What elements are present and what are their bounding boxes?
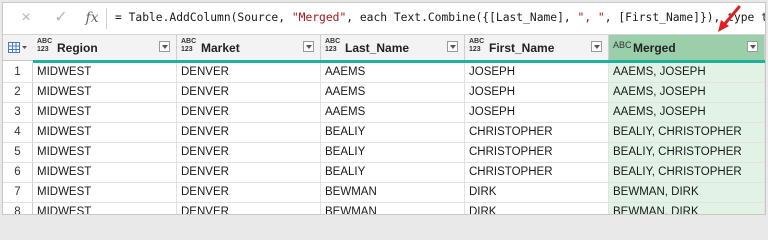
cancel-icon[interactable]: × (17, 10, 35, 26)
table-cell[interactable]: AAEMS (321, 83, 465, 102)
formula-input[interactable]: = Table.AddColumn(Source, "Merged", each… (115, 11, 765, 24)
table-menu-button[interactable] (3, 35, 34, 60)
table-cell[interactable]: MIDWEST (33, 103, 177, 122)
row-number[interactable]: 4 (3, 123, 33, 142)
table-cell[interactable]: DENVER (177, 143, 321, 162)
table-cell[interactable]: DIRK (465, 183, 609, 202)
row-number[interactable]: 7 (3, 183, 33, 202)
table-cell[interactable]: MIDWEST (33, 183, 177, 202)
row-number[interactable]: 3 (3, 103, 33, 122)
table-cell[interactable]: JOSEPH (465, 103, 609, 122)
column-label: Merged (633, 41, 676, 55)
table-cell[interactable]: BEWMAN, DIRK (609, 203, 765, 214)
row-number[interactable]: 5 (3, 143, 33, 162)
table-cell[interactable]: AAEMS, JOSEPH (609, 63, 765, 82)
table-cell[interactable]: DENVER (177, 63, 321, 82)
formula-text: , each Text.Combine({[Last_Name], (346, 11, 578, 24)
table-cell[interactable]: BEWMAN (321, 203, 465, 214)
table-cell[interactable]: MIDWEST (33, 63, 177, 82)
formula-string: "Merged" (291, 11, 347, 24)
filter-dropdown-icon[interactable] (591, 41, 602, 52)
filter-dropdown-icon[interactable] (303, 41, 314, 52)
table-row[interactable]: 6 MIDWEST DENVER BEALIY CHRISTOPHER BEALIY, C… (3, 163, 765, 183)
data-type-icon[interactable]: ABC (613, 41, 633, 50)
table-cell[interactable]: AAEMS (321, 63, 465, 82)
table-cell[interactable]: CHRISTOPHER (465, 143, 609, 162)
formula-string: ", " (577, 11, 605, 24)
column-header-merged[interactable]: ABC Merged (609, 35, 765, 60)
table-cell[interactable]: JOSEPH (465, 63, 609, 82)
table-cell[interactable]: CHRISTOPHER (465, 163, 609, 182)
column-label: Region (57, 41, 98, 55)
formula-separator (106, 8, 107, 29)
table-cell[interactable]: BEALIY (321, 143, 465, 162)
data-type-icon[interactable]: ABC 123 (181, 38, 201, 54)
filter-dropdown-icon[interactable] (747, 41, 758, 52)
table-cell[interactable]: MIDWEST (33, 143, 177, 162)
power-query-editor: × ✓ fx = Table.AddColumn(Source, "Merged… (2, 2, 766, 215)
table-cell[interactable]: MIDWEST (33, 83, 177, 102)
table-row[interactable]: 8 MIDWEST DENVER BEWMAN DIRK BEWMAN, DIRK (3, 203, 765, 214)
table-cell[interactable]: DENVER (177, 163, 321, 182)
column-label: First_Name (489, 41, 555, 55)
formula-text: = Table.AddColumn(Source, (115, 11, 292, 24)
formula-bar: × ✓ fx = Table.AddColumn(Source, "Merged… (3, 3, 765, 35)
table-row[interactable]: 2 MIDWEST DENVER AAEMS JOSEPH AAEMS, JOSEPH (3, 83, 765, 103)
column-header-market[interactable]: ABC 123 Market (177, 35, 321, 60)
data-type-icon[interactable]: ABC 123 (469, 38, 489, 54)
table-cell[interactable]: MIDWEST (33, 203, 177, 214)
red-arrow-icon (718, 5, 741, 32)
fx-icon[interactable]: fx (83, 10, 101, 26)
table-cell[interactable]: DENVER (177, 183, 321, 202)
table-cell[interactable]: CHRISTOPHER (465, 123, 609, 142)
table-cell[interactable]: JOSEPH (465, 83, 609, 102)
table-row[interactable]: 1 MIDWEST DENVER AAEMS JOSEPH AAEMS, JOSEPH (3, 63, 765, 83)
column-header-region[interactable]: ABC 123 Region (33, 35, 177, 60)
table-cell[interactable]: MIDWEST (33, 163, 177, 182)
table-cell[interactable]: AAEMS, JOSEPH (609, 83, 765, 102)
column-header-last-name[interactable]: ABC 123 Last_Name (321, 35, 465, 60)
table-cell[interactable]: BEALIY (321, 163, 465, 182)
row-number[interactable]: 6 (3, 163, 33, 182)
filter-dropdown-icon[interactable] (447, 41, 458, 52)
column-label: Market (201, 41, 240, 55)
table-grid-icon (8, 42, 27, 53)
column-header-first-name[interactable]: ABC 123 First_Name (465, 35, 609, 60)
table-cell[interactable]: BEALIY, CHRISTOPHER (609, 123, 765, 142)
table-row[interactable]: 7 MIDWEST DENVER BEWMAN DIRK BEWMAN, DIRK (3, 183, 765, 203)
table-cell[interactable]: BEWMAN (321, 183, 465, 202)
row-number[interactable]: 8 (3, 203, 33, 214)
data-type-icon[interactable]: ABC 123 (37, 38, 57, 54)
table-cell[interactable]: DENVER (177, 123, 321, 142)
table-cell[interactable]: DIRK (465, 203, 609, 214)
table-row[interactable]: 4 MIDWEST DENVER BEALIY CHRISTOPHER BEALIY, C… (3, 123, 765, 143)
table-cell[interactable]: DENVER (177, 103, 321, 122)
table-cell[interactable]: DENVER (177, 83, 321, 102)
table-cell[interactable]: DENVER (177, 203, 321, 214)
filter-dropdown-icon[interactable] (159, 41, 170, 52)
table-cell[interactable]: AAEMS, JOSEPH (609, 103, 765, 122)
header-row: ABC 123 Region ABC 123 Market ABC 123 Last_Na… (3, 35, 765, 61)
table-row[interactable]: 5 MIDWEST DENVER BEALIY CHRISTOPHER BEALIY, C… (3, 143, 765, 163)
table-cell[interactable]: BEWMAN, DIRK (609, 183, 765, 202)
table-cell[interactable]: BEALIY (321, 123, 465, 142)
table-cell[interactable]: MIDWEST (33, 123, 177, 142)
column-label: Last_Name (345, 41, 410, 55)
table-cell[interactable]: AAEMS (321, 103, 465, 122)
table-row[interactable]: 3 MIDWEST DENVER AAEMS JOSEPH AAEMS, JOSEPH (3, 103, 765, 123)
row-number[interactable]: 2 (3, 83, 33, 102)
row-number[interactable]: 1 (3, 63, 33, 82)
table-cell[interactable]: BEALIY, CHRISTOPHER (609, 143, 765, 162)
data-type-icon[interactable]: ABC 123 (325, 38, 345, 54)
commit-icon[interactable]: ✓ (52, 10, 70, 26)
table-cell[interactable]: BEALIY, CHRISTOPHER (609, 163, 765, 182)
